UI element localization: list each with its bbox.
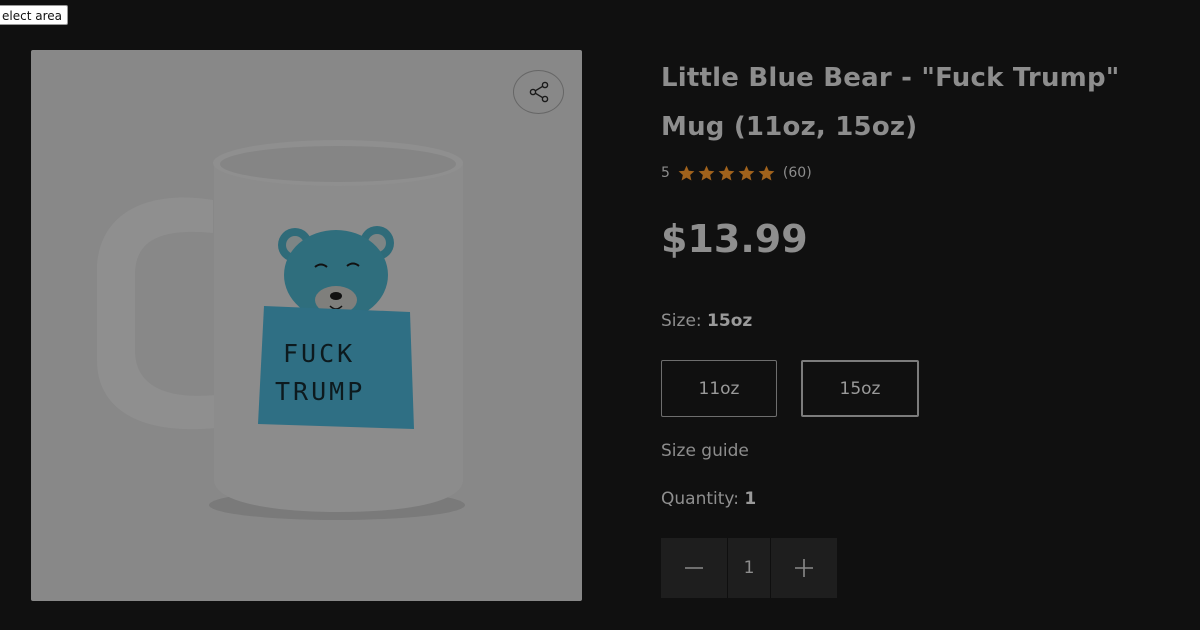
increase-quantity-button[interactable]: [771, 538, 837, 598]
rating-stars: [677, 164, 777, 183]
minus-icon: [685, 567, 703, 569]
size-guide-link[interactable]: Size guide: [661, 439, 749, 463]
star-icon: [698, 165, 715, 181]
size-label-text: Size:: [661, 311, 702, 331]
star-icon: [678, 165, 695, 181]
quantity-label-value: 1: [744, 489, 757, 509]
size-label: Size: 15oz: [661, 309, 752, 333]
star-icon: [718, 165, 735, 181]
plus-icon: [795, 559, 813, 577]
decrease-quantity-button[interactable]: [661, 538, 727, 598]
product-price: $13.99: [661, 217, 808, 261]
share-icon: [529, 81, 548, 103]
quantity-label: Quantity: 1: [661, 487, 756, 511]
quantity-label-text: Quantity:: [661, 489, 739, 509]
product-image[interactable]: Fuck Trump: [31, 50, 582, 601]
star-icon: [738, 165, 755, 181]
product-title: Little Blue Bear - "Fuck Trump" Mug (11o…: [661, 63, 1120, 142]
quantity-value[interactable]: 1: [727, 538, 771, 598]
share-button[interactable]: [513, 70, 564, 114]
size-selected-value: 15oz: [707, 311, 753, 331]
select-area-tooltip: elect area: [0, 5, 68, 25]
quantity-stepper[interactable]: 1: [661, 538, 837, 598]
size-option-15oz[interactable]: 15oz: [801, 360, 919, 417]
mug-text-line1: Fuck: [283, 339, 355, 368]
mug-text-line2: Trump: [275, 377, 365, 406]
mug-illustration: Fuck Trump: [97, 140, 465, 520]
rating-score: 5: [661, 165, 670, 181]
star-icon: [758, 165, 775, 181]
review-count[interactable]: (60): [783, 165, 812, 181]
size-option-11oz[interactable]: 11oz: [661, 360, 777, 417]
product-rating[interactable]: 5 (60): [661, 160, 812, 186]
